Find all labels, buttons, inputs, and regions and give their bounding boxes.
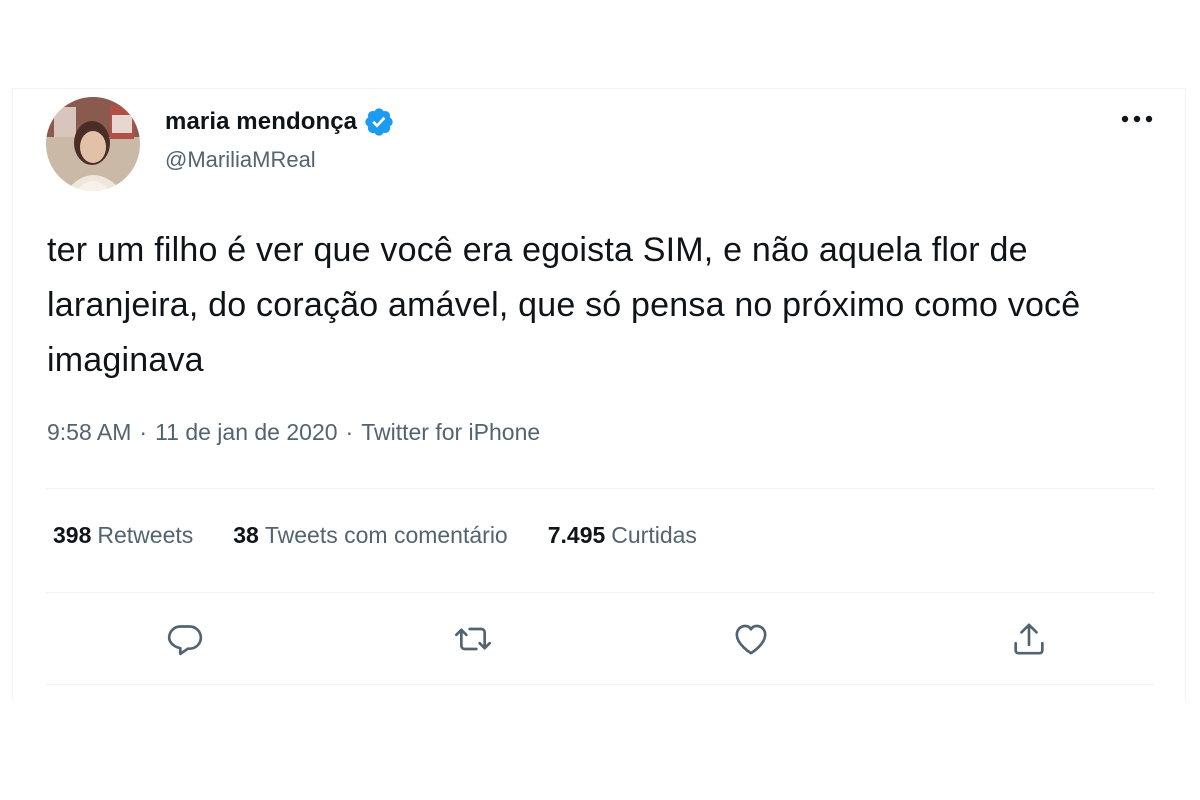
verified-badge-icon <box>363 106 395 138</box>
more-icon <box>1121 115 1153 123</box>
tweet-card: maria mendonça @MariliaMReal ter um filh… <box>12 88 1186 700</box>
retweet-icon <box>455 627 491 651</box>
meta-separator: · <box>345 419 354 445</box>
retweets-count: 398 <box>53 522 92 548</box>
tweet-text: ter um filho é ver que você era egoista … <box>47 231 1081 379</box>
heart-icon <box>735 624 767 655</box>
tweet-time[interactable]: 9:58 AM <box>47 419 131 446</box>
stats-row: 398 Retweets 38 Tweets com comentário 7.… <box>53 522 697 549</box>
tweet-meta: 9:58 AM · 11 de jan de 2020 · Twitter fo… <box>47 419 540 446</box>
retweets-stat[interactable]: 398 Retweets <box>53 522 193 549</box>
retweets-label: Retweets <box>97 522 194 548</box>
likes-count: 7.495 <box>547 522 606 548</box>
quotes-label: Tweets com comentário <box>264 522 508 548</box>
divider <box>45 488 1155 489</box>
tweet-source-link[interactable]: Twitter for iPhone <box>361 419 540 446</box>
author-name[interactable]: maria mendonça <box>165 108 357 136</box>
share-icon <box>1014 623 1044 655</box>
reply-button[interactable] <box>163 617 207 661</box>
likes-stat[interactable]: 7.495 Curtidas <box>548 522 697 549</box>
actions-row <box>45 599 1155 679</box>
author-handle[interactable]: @MariliaMReal <box>165 147 316 173</box>
tweet-date[interactable]: 11 de jan de 2020 <box>155 419 337 446</box>
likes-label: Curtidas <box>611 522 697 548</box>
quotes-stat[interactable]: 38 Tweets com comentário <box>233 522 507 549</box>
author-name-row: maria mendonça <box>165 106 395 138</box>
avatar[interactable] <box>46 97 140 191</box>
avatar-image <box>46 97 140 191</box>
divider <box>45 592 1155 593</box>
divider <box>45 684 1155 685</box>
meta-separator: · <box>139 419 148 445</box>
like-button[interactable] <box>729 617 773 661</box>
more-options-button[interactable] <box>1117 103 1157 135</box>
reply-icon <box>167 625 203 656</box>
share-button[interactable] <box>1007 617 1051 661</box>
retweet-button[interactable] <box>451 617 495 661</box>
quotes-count: 38 <box>233 522 259 548</box>
